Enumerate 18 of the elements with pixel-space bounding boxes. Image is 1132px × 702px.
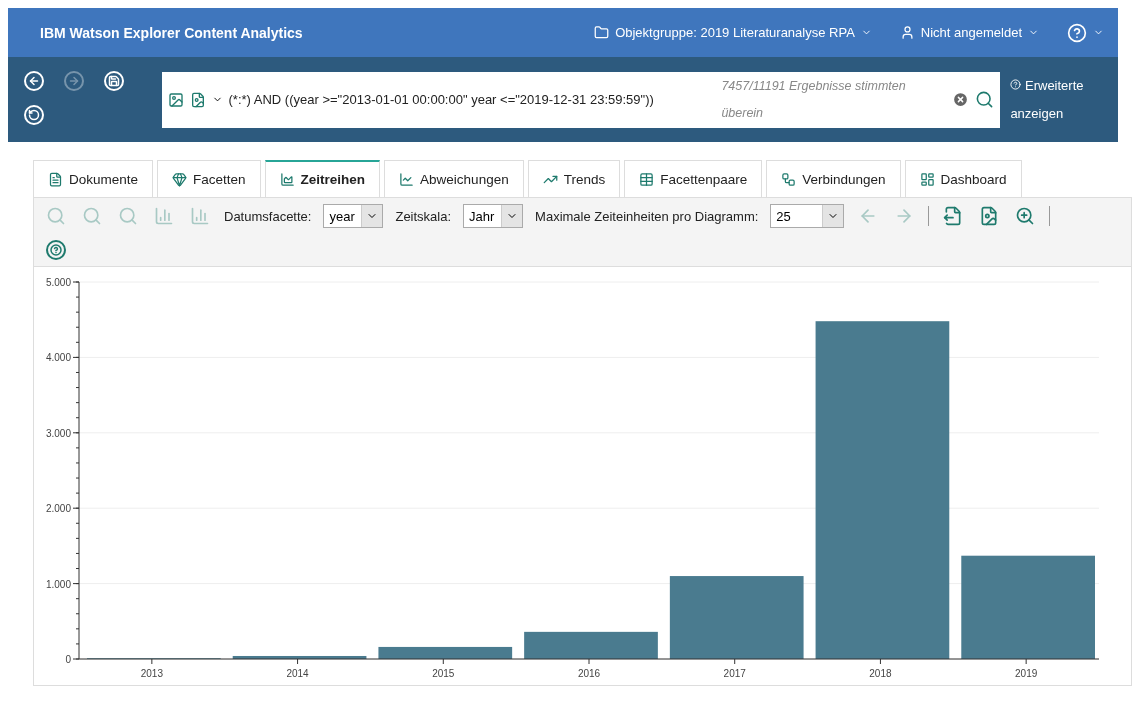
app-title: IBM Watson Explorer Content Analytics: [40, 24, 304, 41]
field-label: Zeitskala:: [395, 208, 452, 224]
field-label: Datumsfacette:: [224, 208, 312, 224]
y-tick-label: 4.000: [45, 352, 71, 364]
x-tick-label: 2014: [286, 668, 309, 679]
y-tick-label: 0: [65, 654, 71, 665]
y-tick-label: 1.000: [45, 578, 71, 590]
x-tick-label: 2015: [432, 668, 455, 679]
x-tick-label: 2017: [723, 668, 746, 679]
x-tick-label: 2016: [577, 668, 601, 679]
x-tick-label: 2019: [1015, 668, 1038, 679]
y-tick-label: 3.000: [45, 427, 71, 439]
x-tick-label: 2013: [140, 668, 163, 679]
result-count: 7457/11191 Ergebnisse stimmten überein: [721, 77, 907, 122]
x-tick-label: 2018: [869, 668, 892, 679]
y-tick-label: 2.000: [45, 503, 71, 515]
field-label: Maximale Zeiteinheiten pro Diagramm:: [535, 208, 759, 224]
y-tick-label: 5.000: [45, 277, 71, 288]
